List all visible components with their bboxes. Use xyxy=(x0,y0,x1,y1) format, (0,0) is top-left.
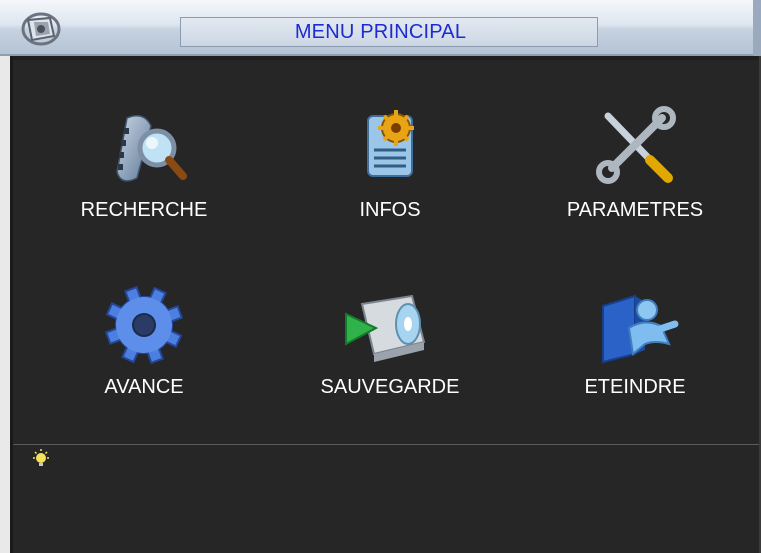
backup-icon xyxy=(345,294,426,362)
gear-icon xyxy=(104,285,184,365)
menu-item-infos[interactable]: INFOS xyxy=(290,96,490,246)
info-document-gear-icon xyxy=(367,110,414,177)
menu-label-sauvegarde: SAUVEGARDE xyxy=(320,376,460,398)
menu-item-avance[interactable]: AVANCE xyxy=(44,276,244,426)
menu-item-eteindre[interactable]: ETEINDRE xyxy=(535,276,735,426)
menu-item-recherche[interactable]: RECHERCHE xyxy=(44,96,244,246)
status-message xyxy=(60,448,740,538)
lightbulb-icon xyxy=(33,449,49,466)
menu-label-parametres: PARAMETRES xyxy=(566,199,704,221)
title-bar-edge xyxy=(753,0,761,56)
left-frame-shadow xyxy=(10,56,13,553)
content-top-edge xyxy=(13,56,761,60)
search-film-icon xyxy=(116,115,187,182)
title-bar: MENU PRINCIPAL xyxy=(0,0,761,56)
window-title: MENU PRINCIPAL xyxy=(294,21,467,43)
menu-item-parametres[interactable]: PARAMETRES xyxy=(535,96,735,246)
menu-label-eteindre: ETEINDRE xyxy=(584,376,686,398)
tools-icon xyxy=(596,106,676,184)
status-divider xyxy=(13,444,761,445)
menu-item-sauvegarde[interactable]: SAUVEGARDE xyxy=(290,276,490,426)
menu-label-avance: AVANCE xyxy=(104,376,184,398)
menu-label-infos: INFOS xyxy=(359,199,421,221)
logout-icon xyxy=(602,294,679,364)
menu-label-recherche: RECHERCHE xyxy=(80,199,208,221)
main-menu-window: MENU PRINCIPAL RECHERCHE INFOS PARAMETRE… xyxy=(0,0,761,553)
